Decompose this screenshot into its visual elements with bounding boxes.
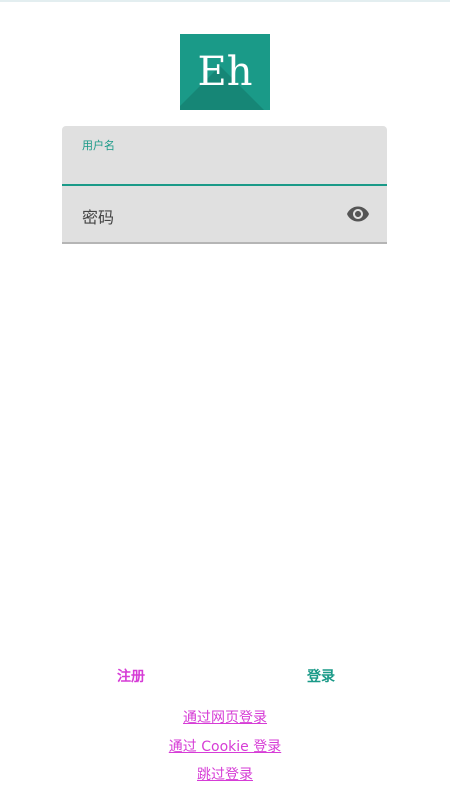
top-divider <box>0 0 450 2</box>
skip-login-link[interactable]: 跳过登录 <box>0 764 450 784</box>
login-button[interactable]: 登录 <box>294 666 348 688</box>
eye-icon[interactable] <box>343 202 373 226</box>
register-button[interactable]: 注册 <box>104 666 158 688</box>
password-field[interactable]: 密码 <box>62 186 387 244</box>
app-logo: Eh <box>180 34 270 110</box>
username-label: 用户名 <box>82 139 115 152</box>
cookie-login-link[interactable]: 通过 Cookie 登录 <box>0 736 450 756</box>
web-login-link[interactable]: 通过网页登录 <box>0 707 450 727</box>
password-placeholder: 密码 <box>82 208 115 227</box>
username-field[interactable]: 用户名 <box>62 126 387 186</box>
logo-text: Eh <box>197 49 253 95</box>
